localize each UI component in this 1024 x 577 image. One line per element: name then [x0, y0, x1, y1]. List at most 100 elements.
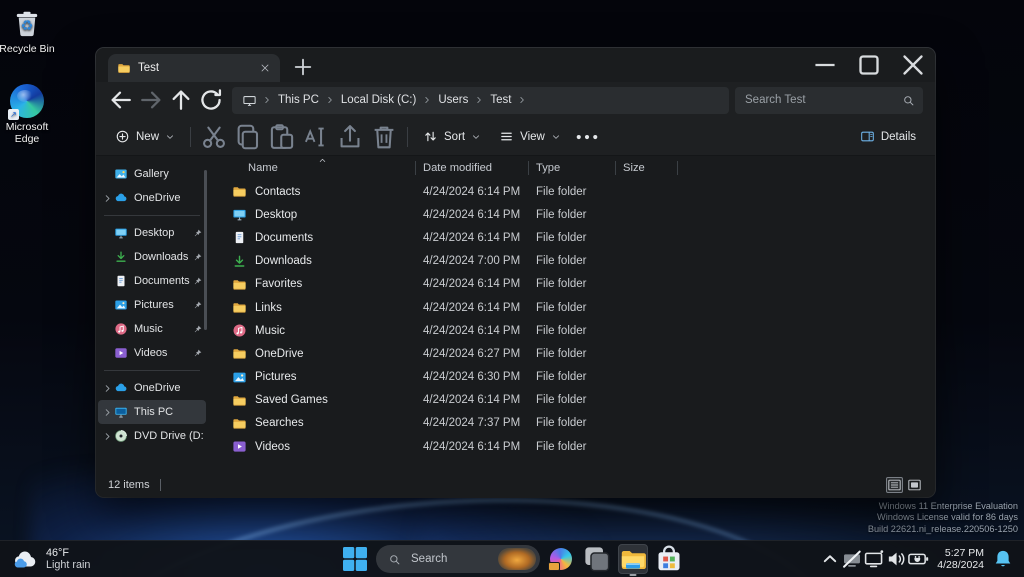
chevron-right-icon[interactable]	[102, 431, 113, 442]
more-options-button[interactable]	[570, 122, 604, 152]
breadcrumb-chevron-icon[interactable]	[517, 95, 527, 105]
share-button[interactable]	[333, 122, 367, 152]
notification-bell-icon[interactable]	[992, 545, 1014, 573]
breadcrumb-chevron-icon[interactable]	[474, 95, 484, 105]
file-row-downloads[interactable]: Downloads4/24/2024 7:00 PMFile folder	[223, 250, 935, 273]
chevron-right-icon[interactable]	[102, 383, 113, 394]
sort-button[interactable]: Sort	[414, 122, 490, 152]
forward-button[interactable]	[136, 86, 166, 114]
taskbar-clock[interactable]: 5:27 PM 4/28/2024	[937, 547, 984, 571]
file-row-desktop[interactable]: Desktop4/24/2024 6:14 PMFile folder	[223, 203, 935, 226]
back-button[interactable]	[106, 86, 136, 114]
search-highlight-image[interactable]	[498, 548, 536, 570]
sidebar-item-label: Pictures	[134, 299, 192, 311]
pin-icon	[192, 300, 203, 311]
navigation-pane: GalleryOneDriveDesktopDownloadsDocuments…	[96, 156, 208, 473]
refresh-button[interactable]	[196, 86, 226, 114]
column-header-size[interactable]: Size	[616, 156, 678, 180]
sidebar-item-music[interactable]: Music	[98, 317, 206, 341]
icons-view-toggle[interactable]	[906, 477, 923, 493]
microsoft-store-button[interactable]	[654, 544, 684, 574]
column-header-type[interactable]: Type	[529, 156, 616, 180]
sidebar-item-pictures[interactable]: Pictures	[98, 293, 206, 317]
start-button[interactable]	[340, 544, 370, 574]
explorer-search-input[interactable]	[743, 93, 902, 107]
chevron-right-icon[interactable]	[102, 407, 113, 418]
copilot-button[interactable]	[546, 544, 576, 574]
file-type: File folder	[529, 441, 616, 453]
paste-button[interactable]	[265, 122, 299, 152]
file-row-pictures[interactable]: Pictures4/24/2024 6:30 PMFile folder	[223, 366, 935, 389]
file-row-onedrive[interactable]: OneDrive4/24/2024 6:27 PMFile folder	[223, 342, 935, 365]
folder-icon	[232, 393, 247, 408]
sidebar-item-downloads[interactable]: Downloads	[98, 245, 206, 269]
breadcrumb-item-test[interactable]: Test	[485, 92, 516, 108]
weather-widget[interactable]: 46°F Light rain	[0, 546, 102, 572]
breadcrumb-item-users[interactable]: Users	[433, 92, 473, 108]
desktop-icon-microsoft-edge[interactable]: Microsoft Edge	[0, 84, 59, 145]
tab-test[interactable]: Test	[108, 54, 280, 82]
battery-icon[interactable]	[907, 545, 929, 573]
breadcrumb: This PC Local Disk (C:) Users Test	[273, 92, 528, 108]
file-row-searches[interactable]: Searches4/24/2024 7:37 PMFile folder	[223, 412, 935, 435]
hidden-icons-chevron[interactable]	[819, 545, 841, 573]
rename-button[interactable]	[299, 122, 333, 152]
taskbar-search-input[interactable]	[409, 552, 490, 566]
view-button[interactable]: View	[490, 122, 570, 152]
sidebar-item-videos[interactable]: Videos	[98, 341, 206, 365]
breadcrumb-item-local-disk-c[interactable]: Local Disk (C:)	[336, 92, 421, 108]
chevron-spacer	[102, 169, 113, 180]
details-pane-button[interactable]: Details	[851, 122, 925, 152]
breadcrumb-chevron-icon[interactable]	[262, 95, 272, 105]
file-row-saved-games[interactable]: Saved Games4/24/2024 6:14 PMFile folder	[223, 389, 935, 412]
minimize-button[interactable]	[803, 48, 847, 82]
taskbar-search[interactable]	[376, 545, 540, 573]
sidebar-item-this-pc[interactable]: This PC	[98, 400, 206, 424]
new-tab-button[interactable]	[290, 54, 316, 80]
sidebar-scrollbar[interactable]	[204, 170, 207, 330]
tab-close-icon[interactable]	[259, 62, 271, 74]
file-row-links[interactable]: Links4/24/2024 6:14 PMFile folder	[223, 296, 935, 319]
column-resize-handle[interactable]	[677, 161, 678, 175]
maximize-button[interactable]	[847, 48, 891, 82]
sidebar-item-onedrive[interactable]: OneDrive	[98, 376, 206, 400]
explorer-search-box[interactable]	[735, 87, 923, 114]
taskbar: 46°F Light rain 5:27 PM 4/28/20	[0, 540, 1024, 577]
breadcrumb-chevron-icon[interactable]	[325, 95, 335, 105]
cut-button[interactable]	[197, 122, 231, 152]
close-button[interactable]	[891, 48, 935, 82]
column-header-name[interactable]: Name	[223, 156, 416, 180]
folder-icon	[232, 184, 247, 199]
file-explorer-button[interactable]	[618, 544, 648, 574]
column-header-date-modified[interactable]: Date modified	[416, 156, 529, 180]
file-row-documents[interactable]: Documents4/24/2024 6:14 PMFile folder	[223, 226, 935, 249]
sidebar-item-desktop[interactable]: Desktop	[98, 221, 206, 245]
new-button[interactable]: New	[106, 122, 184, 152]
task-view-button[interactable]	[582, 544, 612, 574]
volume-icon[interactable]	[885, 545, 907, 573]
sidebar-item-dvd-drive-d-c[interactable]: DVD Drive (D:) C	[98, 424, 206, 448]
copy-button[interactable]	[231, 122, 265, 152]
network-disconnected-icon[interactable]	[841, 545, 863, 573]
desktop-icon-recycle-bin[interactable]: ♻ Recycle Bin	[0, 6, 59, 55]
search-icon	[388, 553, 401, 566]
chevron-right-icon[interactable]	[102, 193, 113, 204]
sidebar-item-gallery[interactable]: Gallery	[98, 162, 206, 186]
up-button[interactable]	[166, 86, 196, 114]
sidebar-item-documents[interactable]: Documents	[98, 269, 206, 293]
delete-button[interactable]	[367, 122, 401, 152]
remote-display-icon[interactable]	[863, 545, 885, 573]
search-icon[interactable]	[902, 94, 915, 107]
breadcrumb-item-this-pc[interactable]: This PC	[273, 92, 324, 108]
file-date: 4/24/2024 6:14 PM	[416, 209, 529, 221]
breadcrumb-chevron-icon[interactable]	[422, 95, 432, 105]
file-row-contacts[interactable]: Contacts4/24/2024 6:14 PMFile folder	[223, 180, 935, 203]
weather-condition: Light rain	[46, 559, 90, 572]
folder-icon	[232, 346, 247, 361]
sidebar-item-onedrive[interactable]: OneDrive	[98, 186, 206, 210]
details-view-toggle[interactable]	[886, 477, 903, 493]
file-row-music[interactable]: Music4/24/2024 6:14 PMFile folder	[223, 319, 935, 342]
address-breadcrumb-bar[interactable]: This PC Local Disk (C:) Users Test	[232, 87, 729, 114]
file-row-favorites[interactable]: Favorites4/24/2024 6:14 PMFile folder	[223, 273, 935, 296]
file-row-videos[interactable]: Videos4/24/2024 6:14 PMFile folder	[223, 435, 935, 458]
